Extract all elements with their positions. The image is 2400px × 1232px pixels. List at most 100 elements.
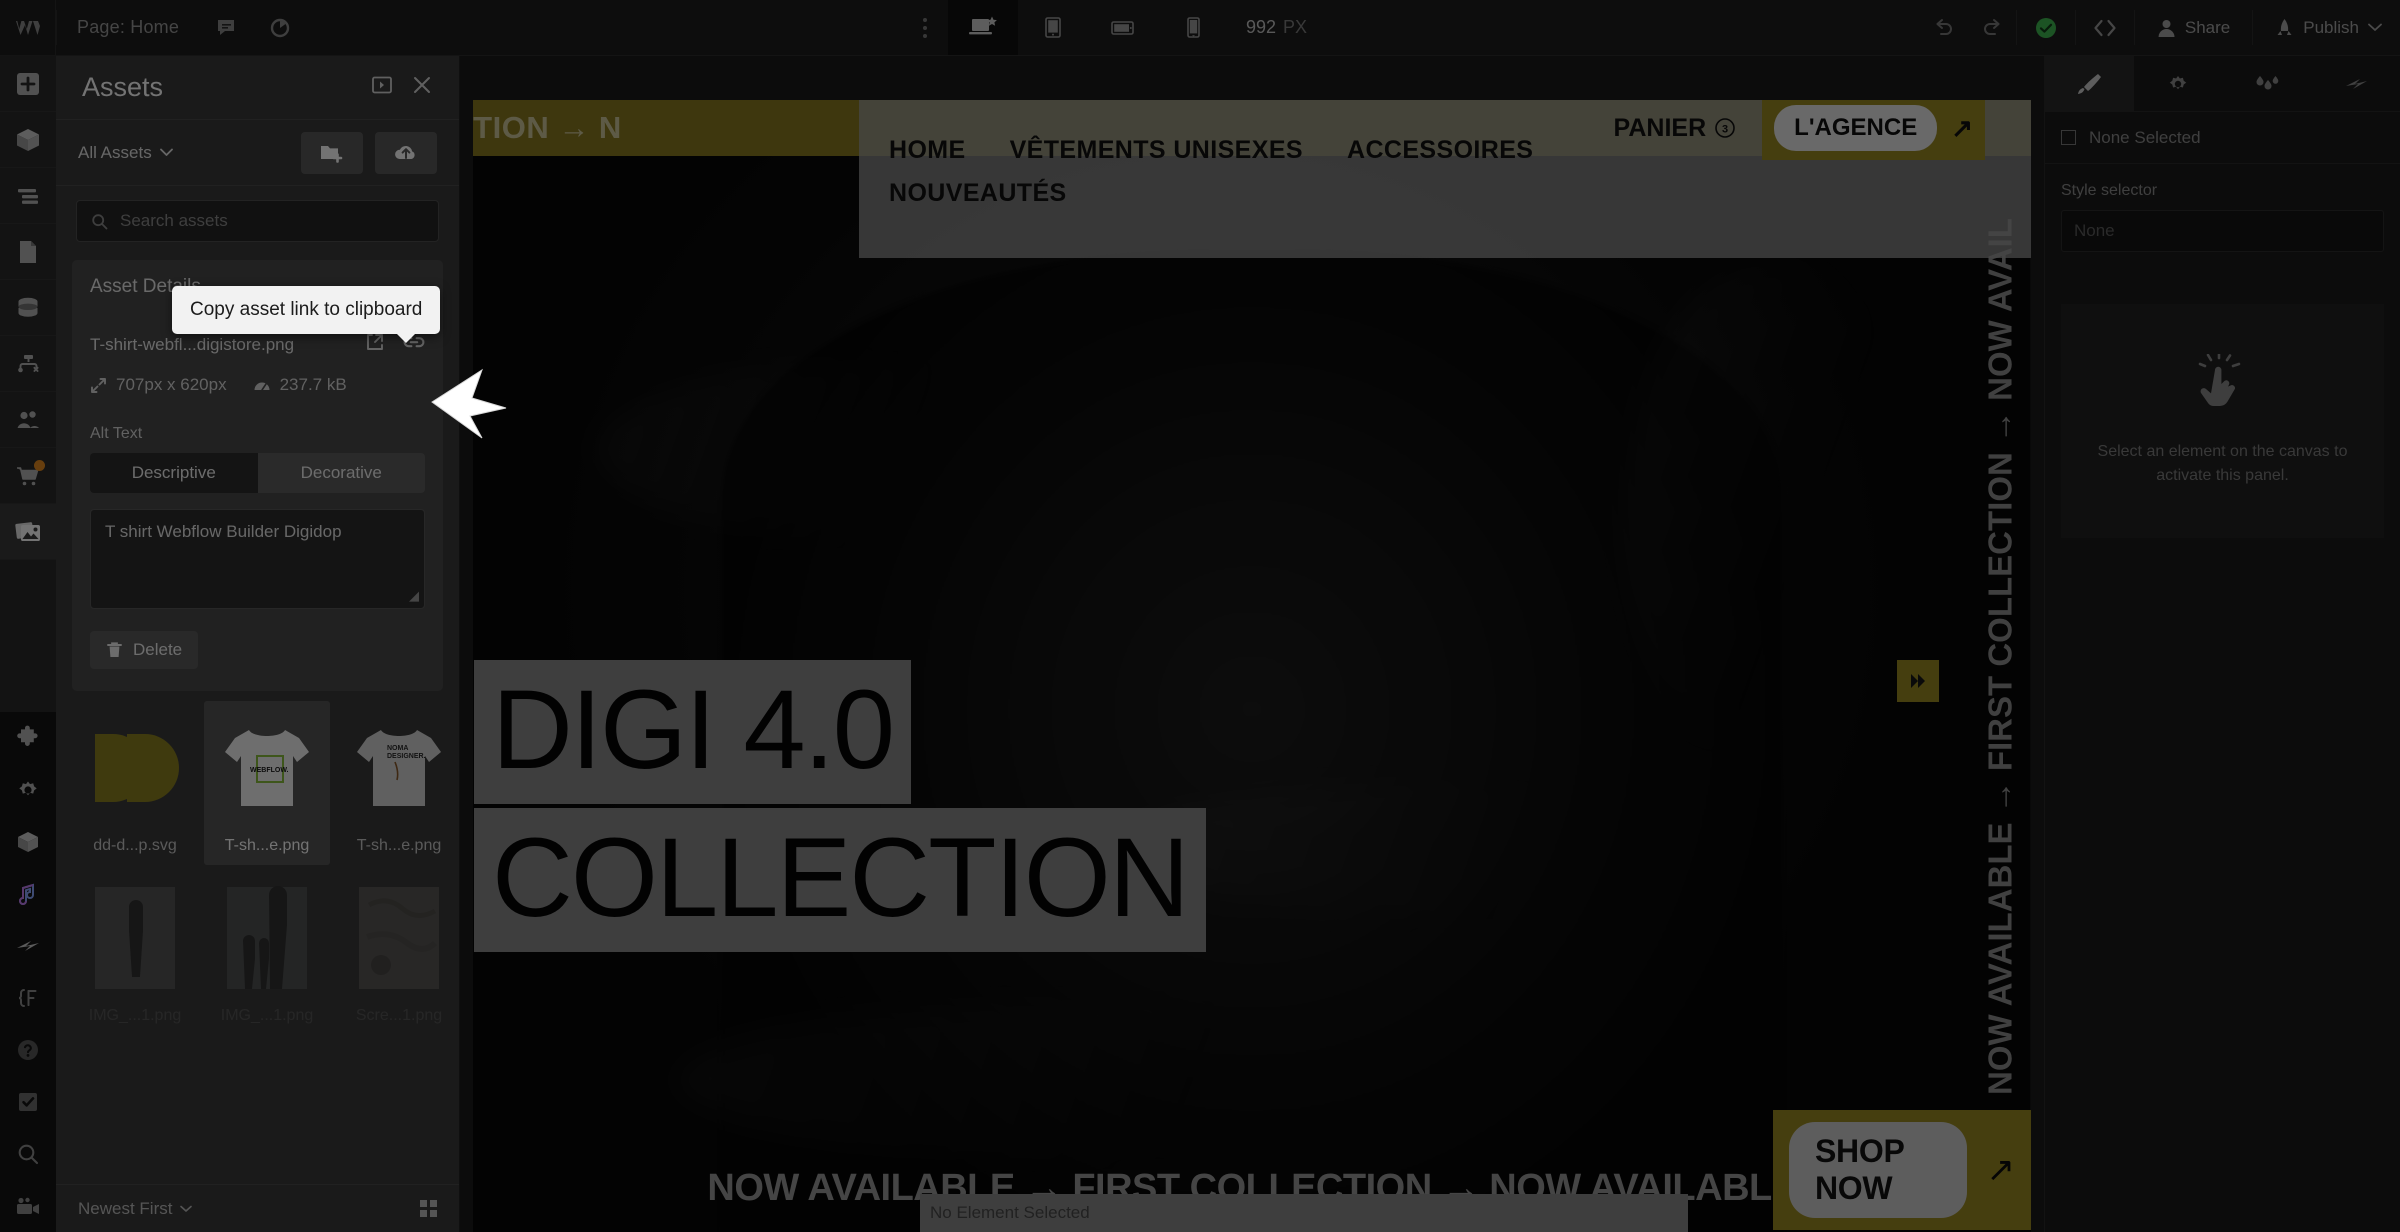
open-asset-button[interactable]: [365, 332, 385, 357]
share-button[interactable]: Share: [2135, 0, 2252, 55]
alt-text-input[interactable]: T shirt Webflow Builder Digidop ◢: [90, 509, 425, 609]
assets-sort-dropdown[interactable]: Newest First: [78, 1198, 193, 1219]
sidebar-item-add-elements[interactable]: [0, 56, 56, 112]
style-selector-input[interactable]: None: [2061, 210, 2384, 252]
video-camera-icon: [17, 1197, 39, 1214]
fast-forward-icon: [1911, 674, 1925, 688]
new-folder-button[interactable]: [301, 131, 363, 174]
nav-row-primary: HOME VÊTEMENTS UNISEXES ACCESSOIRES PANI…: [889, 100, 1985, 165]
asset-cell-name: T-sh...e.png: [224, 837, 310, 854]
tab-style[interactable]: [2045, 56, 2134, 111]
breakpoint-desktop[interactable]: [947, 0, 1018, 55]
resize-arrow-icon: [91, 377, 106, 393]
sidebar-item-video[interactable]: [0, 1180, 56, 1232]
history-button[interactable]: [253, 0, 307, 55]
textarea-resize-grip[interactable]: ◢: [409, 588, 419, 604]
toolbar-right-group: Share Publish: [1920, 0, 2400, 55]
sidebar-item-audit[interactable]: [0, 1076, 56, 1128]
sidebar-item-ecommerce[interactable]: [0, 448, 56, 504]
mobile-portrait-icon: [1187, 16, 1200, 38]
nav-cart[interactable]: PANIER 3: [1614, 114, 1737, 143]
page-selector[interactable]: Page: Home: [57, 0, 199, 55]
nav-link-vetements-unisexes[interactable]: VÊTEMENTS UNISEXES: [1010, 136, 1303, 165]
sidebar-item-audio[interactable]: [0, 868, 56, 920]
alt-decorative-option[interactable]: Decorative: [257, 453, 425, 493]
assets-grid-view-button[interactable]: [420, 1200, 437, 1217]
asset-cell-4[interactable]: IMG_...1.png: [204, 871, 330, 1035]
more-options-button[interactable]: [902, 0, 948, 55]
upload-assets-button[interactable]: [375, 131, 437, 174]
tablet-icon: [1045, 16, 1061, 38]
close-assets-button[interactable]: [411, 74, 433, 101]
sidebar-item-pages[interactable]: [0, 224, 56, 280]
database-icon: [18, 297, 38, 317]
right-panel-empty-text: Select an element on the canvas to activ…: [2097, 443, 2348, 484]
sidebar-item-assets[interactable]: [0, 504, 56, 560]
sidebar-item-interactions[interactable]: [0, 920, 56, 972]
svg-text:NOMA: NOMA: [387, 745, 408, 752]
canvas-area[interactable]: IRST COLLECTION → N NOW AVAILABLE → FIRS…: [460, 56, 2044, 1232]
asset-cell-name: T-sh...e.png: [356, 837, 442, 854]
panel-collapse-button[interactable]: [371, 75, 393, 100]
asset-cell-5[interactable]: Scre...1.png: [336, 871, 459, 1035]
tab-settings[interactable]: [2134, 56, 2223, 111]
breakpoint-mobile-landscape[interactable]: [1088, 0, 1158, 55]
asset-cell-0[interactable]: dd-d...p.svg: [72, 701, 198, 865]
comments-button[interactable]: [199, 0, 253, 55]
sidebar-item-components[interactable]: [0, 112, 56, 168]
chevron-down-icon: [159, 148, 173, 156]
breakpoint-tablet[interactable]: [1018, 0, 1088, 55]
sidebar-item-apps[interactable]: [0, 712, 56, 764]
site-canvas[interactable]: IRST COLLECTION → N NOW AVAILABLE → FIRS…: [473, 100, 2031, 1232]
asset-dimensions: 707px x 620px: [90, 375, 227, 395]
assets-filter-dropdown[interactable]: All Assets: [78, 143, 173, 163]
asset-cell-name: IMG_...1.png: [88, 1007, 182, 1024]
sidebar-item-components-library[interactable]: [0, 816, 56, 868]
hero-heading[interactable]: DIGI 4.0 COLLECTION: [474, 660, 1206, 952]
site-navbar[interactable]: HOME VÊTEMENTS UNISEXES ACCESSOIRES PANI…: [859, 100, 2031, 258]
breakpoint-mobile-portrait[interactable]: [1158, 0, 1228, 55]
redo-button[interactable]: [1968, 0, 2016, 55]
sidebar-item-logic[interactable]: [0, 336, 56, 392]
nav-link-home[interactable]: HOME: [889, 136, 966, 165]
code-export-button[interactable]: [2076, 0, 2134, 55]
fabric-fold: [673, 1000, 1573, 1160]
sidebar-item-search[interactable]: [0, 1128, 56, 1180]
fabric-fold: [1113, 780, 1813, 920]
sidebar-item-help[interactable]: [0, 1024, 56, 1076]
tab-interactions[interactable]: [2311, 56, 2400, 111]
sidebar-item-cms[interactable]: [0, 280, 56, 336]
sidebar-item-navigator[interactable]: [0, 168, 56, 224]
canvas-status-bar: No Element Selected: [920, 1194, 1688, 1232]
tab-style-manager[interactable]: [2223, 56, 2312, 111]
publish-button[interactable]: Publish: [2253, 0, 2400, 55]
asset-cell-2[interactable]: NOMA DESIGNER. T-sh...e.png: [336, 701, 459, 865]
right-panel-empty-state: Select an element on the canvas to activ…: [2061, 304, 2384, 538]
cube-icon: [17, 128, 39, 151]
help-question-icon: [18, 1040, 38, 1060]
sidebar-item-variables[interactable]: [0, 972, 56, 1024]
code-icon: [2094, 19, 2116, 36]
webflow-logo-button[interactable]: [0, 0, 56, 55]
sidebar-item-settings[interactable]: [0, 764, 56, 816]
alt-descriptive-option[interactable]: Descriptive: [90, 453, 258, 493]
asset-cell-3[interactable]: IMG_...1.png: [72, 871, 198, 1035]
undo-button[interactable]: [1920, 0, 1968, 55]
save-status-button[interactable]: [2017, 0, 2075, 55]
sidebar-item-users[interactable]: [0, 392, 56, 448]
delete-asset-button[interactable]: Delete: [90, 631, 199, 669]
play-badge[interactable]: [1897, 660, 1939, 702]
delete-asset-label: Delete: [133, 640, 183, 659]
alt-text-value: T shirt Webflow Builder Digidop: [105, 522, 342, 541]
nav-cta-lagence[interactable]: L'AGENCE ↗: [1762, 100, 1985, 160]
asset-cell-1[interactable]: WEBFLOW. T-sh...e.png: [204, 701, 330, 865]
photo-screen-thumbnail: [359, 887, 439, 989]
search-assets-input[interactable]: Search assets: [76, 200, 439, 242]
shop-now-button[interactable]: SHOP NOW ↗: [1773, 1110, 2031, 1230]
nav-link-nouveautes[interactable]: NOUVEAUTÉS: [889, 179, 1067, 208]
assets-sort-label: Newest First: [78, 1198, 173, 1218]
asset-thumbnail: WEBFLOW.: [208, 709, 326, 827]
chevron-down-icon: [180, 1205, 193, 1212]
nav-link-accessoires[interactable]: ACCESSOIRES: [1347, 136, 1533, 165]
